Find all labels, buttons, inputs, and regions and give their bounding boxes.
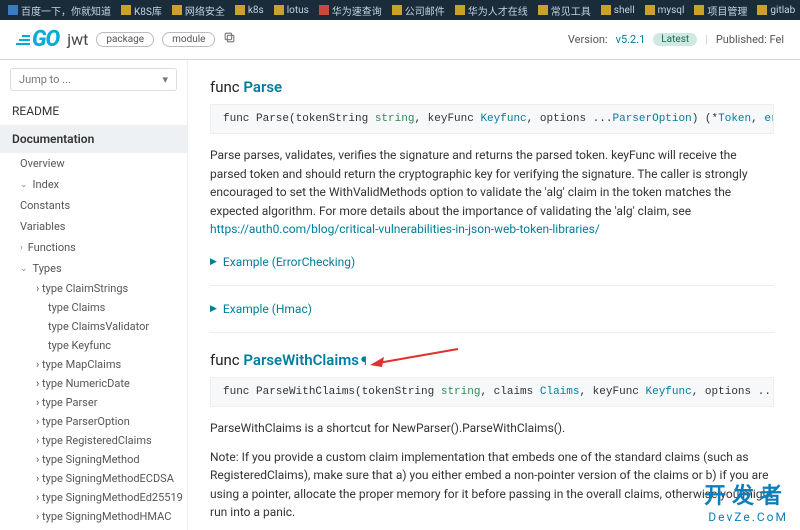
- chevron-down-icon: ⌄: [20, 180, 28, 190]
- signature-parsewithclaims: func ParseWithClaims(tokenString string,…: [210, 377, 774, 407]
- sidebar-type-item[interactable]: › type ClaimStrings: [0, 279, 187, 298]
- annotation-arrow-icon: [370, 345, 460, 369]
- paragraph-icon[interactable]: ¶: [361, 354, 367, 368]
- chevron-down-icon: ▾: [162, 73, 168, 86]
- bookmark-item[interactable]: lotus: [274, 5, 309, 16]
- sidebar: Jump to ... ▾ README Documentation Overv…: [0, 60, 188, 530]
- go-logo[interactable]: GO: [16, 27, 59, 52]
- sidebar-type-item[interactable]: › type Parser: [0, 393, 187, 412]
- bookmark-item[interactable]: gitlab: [757, 5, 795, 16]
- bookmark-item[interactable]: K8S库: [121, 3, 162, 18]
- module-pill[interactable]: module: [162, 32, 215, 47]
- sidebar-type-item[interactable]: › type ParserOption: [0, 412, 187, 431]
- parse-description: Parse parses, validates, verifies the si…: [210, 146, 774, 239]
- example-hmac[interactable]: ▶Example (Hmac): [210, 302, 774, 316]
- package-name: jwt: [67, 30, 88, 49]
- sidebar-type-item[interactable]: › type NumericDate: [0, 374, 187, 393]
- func-parse-link[interactable]: Parse: [243, 78, 282, 96]
- sidebar-variables[interactable]: Variables: [0, 216, 187, 237]
- bookmark-item[interactable]: shell: [601, 5, 635, 16]
- play-icon: ▶: [210, 257, 217, 267]
- latest-badge[interactable]: Latest: [653, 33, 697, 46]
- bookmark-item[interactable]: mysql: [645, 5, 685, 16]
- example-errorchecking[interactable]: ▶Example (ErrorChecking): [210, 255, 774, 269]
- published-label: Published: Fel: [716, 33, 784, 46]
- watermark: 开发者 DevZe.CoM: [704, 478, 788, 524]
- sidebar-type-item[interactable]: type Keyfunc: [0, 336, 187, 355]
- auth0-link[interactable]: https://auth0.com/blog/critical-vulnerab…: [210, 222, 600, 236]
- version-label: Version:: [568, 33, 608, 46]
- bookmark-item[interactable]: 公司邮件: [392, 3, 445, 18]
- copy-icon[interactable]: [215, 31, 236, 48]
- sidebar-constants[interactable]: Constants: [0, 195, 187, 216]
- sidebar-functions[interactable]: ›Functions: [0, 237, 187, 258]
- chevron-down-icon: ⌄: [20, 264, 28, 274]
- sidebar-type-item[interactable]: › type SigningMethodEd25519: [0, 488, 187, 507]
- sidebar-type-item[interactable]: type Claims: [0, 298, 187, 317]
- go-wordmark: GO: [32, 27, 59, 52]
- sidebar-type-item[interactable]: › type SigningMethodRSA: [0, 526, 187, 530]
- parsewithclaims-desc2: Note: If you provide a custom claim impl…: [210, 448, 774, 522]
- jump-to-select[interactable]: Jump to ... ▾: [10, 68, 177, 91]
- bookmark-item[interactable]: 项目管理: [694, 3, 747, 18]
- sidebar-documentation[interactable]: Documentation: [0, 125, 187, 153]
- play-icon: ▶: [210, 304, 217, 314]
- sidebar-readme[interactable]: README: [0, 97, 187, 125]
- sidebar-type-item[interactable]: type ClaimsValidator: [0, 317, 187, 336]
- sidebar-types[interactable]: ⌄Types: [0, 258, 187, 279]
- sidebar-type-item[interactable]: › type MapClaims: [0, 355, 187, 374]
- bookmark-item[interactable]: 华为人才在线: [455, 3, 528, 18]
- header-meta: Version: v5.2.1 Latest | Published: Fel: [568, 33, 784, 46]
- package-pill[interactable]: package: [96, 32, 154, 47]
- bookmark-item[interactable]: k8s: [235, 5, 264, 16]
- version-link[interactable]: v5.2.1: [616, 33, 646, 46]
- main-content[interactable]: func Parse func Parse(tokenString string…: [188, 60, 800, 530]
- bookmark-item[interactable]: 网络安全: [172, 3, 225, 18]
- func-parse-heading: func Parse: [210, 78, 774, 96]
- parsewithclaims-desc1: ParseWithClaims is a shortcut for NewPar…: [210, 419, 774, 438]
- sidebar-type-item[interactable]: › type SigningMethodHMAC: [0, 507, 187, 526]
- chevron-right-icon: ›: [20, 243, 23, 253]
- go-lines-icon: [16, 33, 30, 47]
- bookmark-item[interactable]: 华为速查询: [319, 3, 382, 18]
- bookmark-item[interactable]: 百度一下，你就知道: [8, 3, 111, 18]
- bookmark-item[interactable]: 常见工具: [538, 3, 591, 18]
- signature-parse: func Parse(tokenString string, keyFunc K…: [210, 104, 774, 134]
- sidebar-overview[interactable]: Overview: [0, 153, 187, 174]
- page-header: GO jwt package module Version: v5.2.1 La…: [0, 20, 800, 60]
- sidebar-type-item[interactable]: › type SigningMethod: [0, 450, 187, 469]
- func-parsewithclaims-link[interactable]: ParseWithClaims: [243, 351, 359, 369]
- sidebar-index[interactable]: ⌄Index: [0, 174, 187, 195]
- sidebar-type-item[interactable]: › type RegisteredClaims: [0, 431, 187, 450]
- func-parsewithclaims-heading: func ParseWithClaims¶: [210, 351, 774, 369]
- browser-bookmark-bar: 百度一下，你就知道 K8S库 网络安全 k8s lotus 华为速查询 公司邮件…: [0, 0, 800, 20]
- sidebar-type-item[interactable]: › type SigningMethodECDSA: [0, 469, 187, 488]
